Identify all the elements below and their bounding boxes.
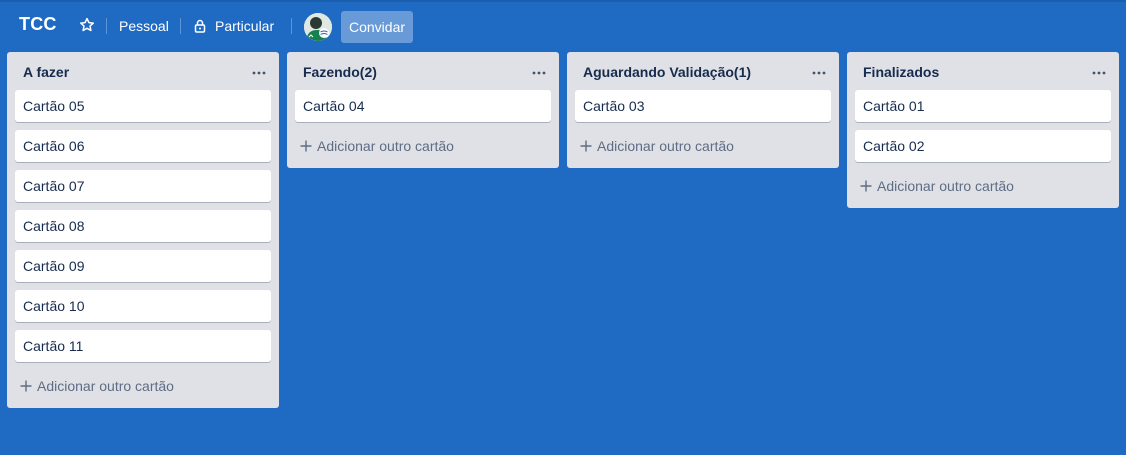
board-header: TCC Pessoal Particular Convidar bbox=[0, 2, 1126, 50]
plus-icon bbox=[579, 139, 593, 153]
list-header: Fazendo(2) bbox=[287, 52, 559, 90]
list-title[interactable]: A fazer bbox=[23, 64, 69, 80]
board-visibility-label: Particular bbox=[215, 18, 275, 34]
card[interactable]: Cartão 07 bbox=[15, 170, 271, 202]
card[interactable]: Cartão 01 bbox=[855, 90, 1111, 122]
board-title[interactable]: TCC bbox=[19, 14, 57, 35]
card[interactable]: Cartão 11 bbox=[15, 330, 271, 362]
card[interactable]: Cartão 06 bbox=[15, 130, 271, 162]
add-card-button[interactable]: Adicionar outro cartão bbox=[855, 170, 1111, 202]
add-card-button[interactable]: Adicionar outro cartão bbox=[295, 130, 551, 162]
list-title[interactable]: Fazendo(2) bbox=[303, 64, 377, 80]
card[interactable]: Cartão 03 bbox=[575, 90, 831, 122]
header-divider bbox=[106, 18, 107, 34]
more-horizontal-icon bbox=[252, 62, 266, 80]
list-title[interactable]: Aguardando Validação(1) bbox=[583, 64, 751, 80]
list-menu-button[interactable] bbox=[1089, 61, 1109, 81]
add-card-label: Adicionar outro cartão bbox=[877, 178, 1014, 194]
plus-icon bbox=[299, 139, 313, 153]
list-menu-button[interactable] bbox=[529, 61, 549, 81]
list-header: Finalizados bbox=[847, 52, 1119, 90]
list-title[interactable]: Finalizados bbox=[863, 64, 939, 80]
list-menu-button[interactable] bbox=[249, 61, 269, 81]
list-aguardando-validacao: Aguardando Validação(1) Cartão 03 Adicio… bbox=[567, 52, 839, 168]
lock-icon bbox=[194, 19, 206, 33]
header-divider bbox=[291, 18, 292, 34]
add-card-label: Adicionar outro cartão bbox=[37, 378, 174, 394]
team-visibility-label: Pessoal bbox=[119, 18, 169, 34]
team-visibility-button[interactable]: Pessoal bbox=[119, 14, 169, 38]
list-finalizados: Finalizados Cartão 01 Cartão 02 Adiciona… bbox=[847, 52, 1119, 208]
list-header: A fazer bbox=[7, 52, 279, 90]
more-horizontal-icon bbox=[812, 62, 826, 80]
list-a-fazer: A fazer Cartão 05 Cartão 06 Cartão 07 Ca… bbox=[7, 52, 279, 408]
more-horizontal-icon bbox=[1092, 62, 1106, 80]
card[interactable]: Cartão 09 bbox=[15, 250, 271, 282]
more-horizontal-icon bbox=[532, 62, 546, 80]
card[interactable]: Cartão 08 bbox=[15, 210, 271, 242]
card[interactable]: Cartão 10 bbox=[15, 290, 271, 322]
avatar[interactable] bbox=[304, 13, 332, 41]
plus-icon bbox=[859, 179, 873, 193]
add-card-label: Adicionar outro cartão bbox=[597, 138, 734, 154]
list-header: Aguardando Validação(1) bbox=[567, 52, 839, 90]
card[interactable]: Cartão 04 bbox=[295, 90, 551, 122]
invite-button[interactable]: Convidar bbox=[341, 11, 413, 43]
header-divider bbox=[180, 18, 181, 34]
board-visibility-button[interactable]: Particular bbox=[194, 14, 274, 38]
star-icon bbox=[79, 17, 95, 36]
card[interactable]: Cartão 05 bbox=[15, 90, 271, 122]
plus-icon bbox=[19, 379, 33, 393]
add-card-button[interactable]: Adicionar outro cartão bbox=[15, 370, 271, 402]
list-fazendo: Fazendo(2) Cartão 04 Adicionar outro car… bbox=[287, 52, 559, 168]
add-card-button[interactable]: Adicionar outro cartão bbox=[575, 130, 831, 162]
list-menu-button[interactable] bbox=[809, 61, 829, 81]
add-card-label: Adicionar outro cartão bbox=[317, 138, 454, 154]
card[interactable]: Cartão 02 bbox=[855, 130, 1111, 162]
star-board-button[interactable] bbox=[78, 14, 96, 38]
